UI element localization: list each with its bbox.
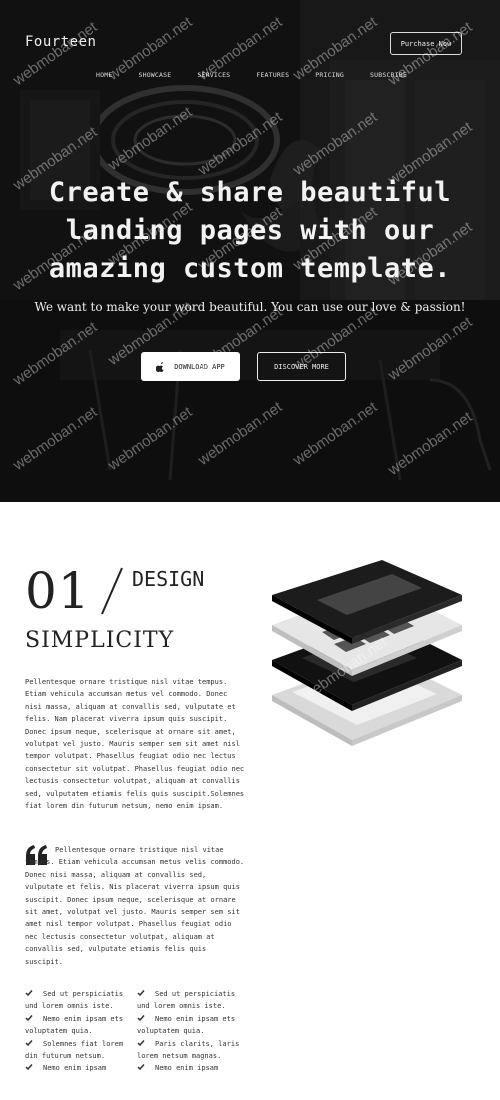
list-item: Solemnes fiat lorem din futurum netsum. (25, 1039, 124, 1061)
feature-checklist: Sed ut perspiciatis und lorem omnis iste… (25, 988, 250, 1075)
download-app-button[interactable]: DOWNLOAD APP (141, 352, 240, 381)
feature-paragraph: Pellentesque ornare tristique nisl vitae… (25, 678, 245, 811)
slash-divider (101, 567, 123, 615)
check-icon (25, 990, 33, 997)
download-app-label: DOWNLOAD APP (174, 362, 225, 371)
hero-subtitle: We want to make your word beautiful. You… (34, 300, 466, 314)
apple-icon (156, 361, 165, 372)
feature-quote: Pellentesque ornare tristique nisl vitae… (25, 846, 245, 966)
main-nav: HOME SHOWCASE SERVICES FEATURES PRICING … (96, 71, 433, 83)
list-item: Paris clarits, laris lorem netsum magnas… (137, 1039, 240, 1061)
list-item: Nemo enim ipsam (137, 1062, 249, 1074)
feature-number: 01 (25, 562, 91, 620)
list-item: Nemo enim ipsam ets voluptatem quia. (137, 1014, 236, 1036)
nav-item-subscribe[interactable]: SUBSCRIBE (370, 71, 407, 83)
brand-logo[interactable]: Fourteen (25, 34, 96, 50)
check-icon (137, 1039, 145, 1046)
nav-item-home[interactable]: HOME (96, 71, 112, 83)
nav-item-showcase[interactable]: SHOWCASE (138, 71, 171, 83)
list-item: Nemo enim ipsam (25, 1062, 137, 1074)
list-item: Sed ut perspiciatis und lorem omnis iste… (25, 990, 124, 1011)
check-icon (137, 1064, 145, 1071)
check-icon (137, 1014, 145, 1021)
list-item: Sed ut perspiciatis und lorem omnis iste… (137, 990, 236, 1011)
nav-item-services[interactable]: SERVICES (197, 71, 230, 83)
check-icon (137, 990, 145, 997)
discover-more-button[interactable]: DISCOVER MORE (257, 352, 346, 381)
check-icon (25, 1064, 33, 1071)
hero-section: Fourteen Purchase Now HOME SHOWCASE SERV… (0, 0, 500, 502)
list-item: Nemo enim ipsam ets voluptatem quia. (25, 1014, 124, 1036)
nav-item-pricing[interactable]: PRICING (315, 71, 344, 83)
purchase-now-button[interactable]: Purchase Now (390, 32, 462, 55)
stacked-pages-mockup (272, 560, 462, 746)
check-icon (25, 1014, 33, 1021)
check-icon (25, 1039, 33, 1046)
nav-item-features[interactable]: FEATURES (256, 71, 289, 83)
hero-title: Create & share beautiful landing pages w… (48, 177, 452, 284)
feature-heading: DESIGN (132, 567, 205, 591)
feature-subheading: SIMPLICITY (25, 628, 175, 653)
